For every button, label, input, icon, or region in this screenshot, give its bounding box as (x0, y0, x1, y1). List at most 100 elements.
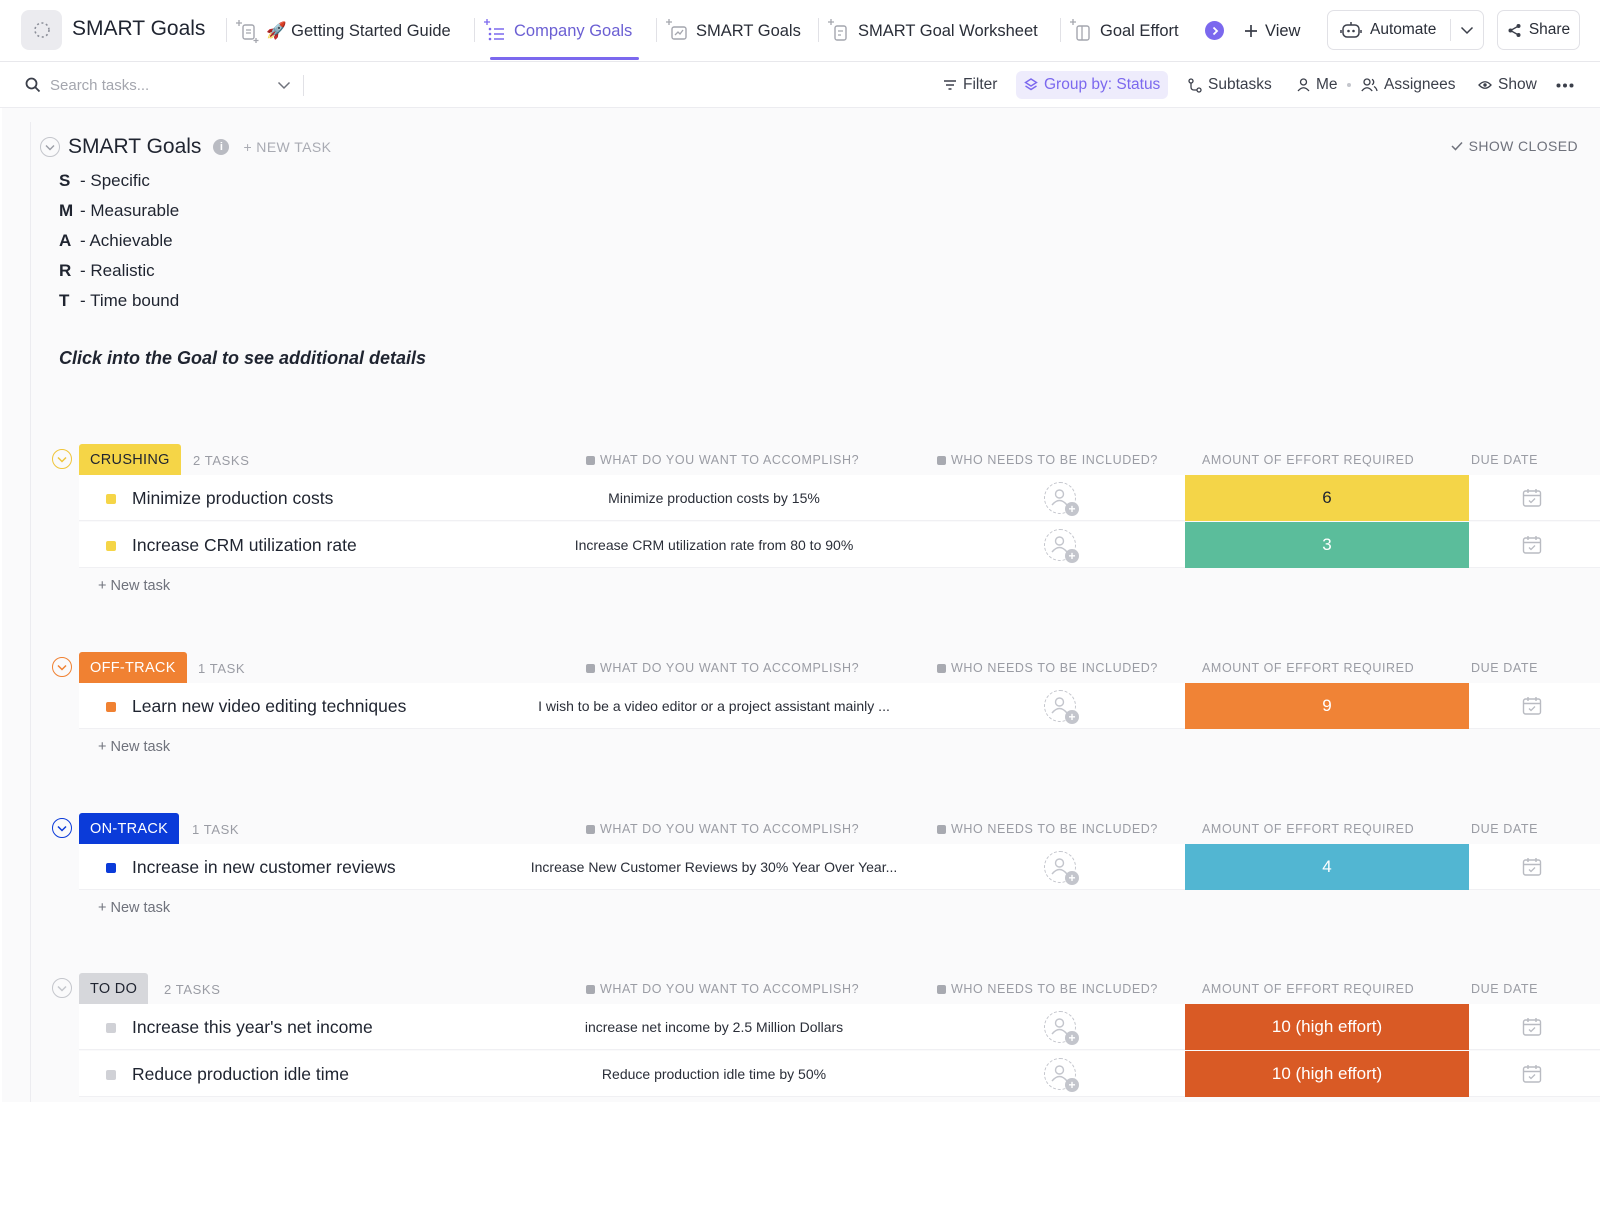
status-indicator[interactable] (106, 541, 116, 551)
effort-value[interactable]: 10 (high effort) (1185, 1004, 1469, 1050)
task-name[interactable]: Increase CRM utilization rate (132, 535, 357, 556)
task-name[interactable]: Learn new video editing techniques (132, 696, 406, 717)
column-header-effort[interactable]: AMOUNT OF EFFORT REQUIRED (1202, 661, 1414, 675)
column-header-label: WHO NEEDS TO BE INCLUDED? (951, 822, 1158, 836)
task-row[interactable]: Increase CRM utilization rate Increase CR… (79, 522, 1600, 568)
column-header-due-date[interactable]: DUE DATE (1471, 822, 1538, 836)
status-indicator[interactable] (106, 1070, 116, 1080)
chevron-down-icon[interactable] (1451, 26, 1483, 35)
info-icon[interactable]: i (213, 139, 230, 155)
column-header-effort[interactable]: AMOUNT OF EFFORT REQUIRED (1202, 453, 1414, 467)
tab-getting-started-guide[interactable]: 🚀 Getting Started Guide (236, 14, 451, 48)
show-closed-button[interactable]: SHOW CLOSED (1451, 138, 1578, 154)
status-indicator[interactable] (106, 702, 116, 712)
accomplish-value[interactable]: I wish to be a video editor or a project… (509, 698, 919, 714)
column-header-accomplish[interactable]: WHAT DO YOU WANT TO ACCOMPLISH? (586, 661, 859, 675)
subtasks-button[interactable]: Subtasks (1188, 71, 1272, 99)
add-assignee-icon[interactable]: + (1044, 482, 1079, 516)
layers-icon (1024, 78, 1038, 91)
list-note: Click into the Goal to see additional de… (59, 348, 427, 368)
task-name[interactable]: Increase this year's net income (132, 1017, 373, 1038)
status-badge[interactable]: TO DO (79, 973, 149, 1004)
tab-goal-effort[interactable]: Goal Effort (1070, 14, 1179, 48)
column-header-effort[interactable]: AMOUNT OF EFFORT REQUIRED (1202, 982, 1414, 996)
new-task-button[interactable]: + New task (98, 739, 170, 755)
new-task-button[interactable]: + New task (98, 900, 170, 916)
filter-button[interactable]: Filter (943, 71, 997, 99)
collapse-group-icon[interactable] (52, 978, 72, 998)
calendar-icon[interactable] (1522, 535, 1542, 560)
status-badge[interactable]: CRUSHING (79, 444, 181, 475)
calendar-icon[interactable] (1522, 1017, 1542, 1042)
add-assignee-icon[interactable]: + (1044, 529, 1079, 563)
task-row[interactable]: Reduce production idle time Reduce produc… (79, 1051, 1600, 1097)
tab-company-goals[interactable]: Company Goals (484, 14, 632, 48)
status-indicator[interactable] (106, 494, 116, 504)
space-title[interactable]: SMART Goals (72, 17, 205, 41)
me-filter-button[interactable]: Me (1297, 71, 1338, 99)
column-header-accomplish[interactable]: WHAT DO YOU WANT TO ACCOMPLISH? (586, 982, 859, 996)
effort-value[interactable]: 6 (1185, 475, 1469, 521)
task-row[interactable]: Minimize production costs Minimize produc… (79, 475, 1600, 521)
status-indicator[interactable] (106, 863, 116, 873)
task-name[interactable]: Reduce production idle time (132, 1064, 349, 1085)
collapse-list-icon[interactable] (40, 137, 60, 157)
column-header-accomplish[interactable]: WHAT DO YOU WANT TO ACCOMPLISH? (586, 453, 859, 467)
task-row[interactable]: Learn new video editing techniques I wish… (79, 683, 1600, 729)
effort-value[interactable]: 3 (1185, 522, 1469, 568)
more-options-icon[interactable] (1556, 71, 1574, 99)
calendar-icon[interactable] (1522, 696, 1542, 721)
column-header-due-date[interactable]: DUE DATE (1471, 453, 1538, 467)
collapse-group-icon[interactable] (52, 818, 72, 838)
effort-value[interactable]: 4 (1185, 844, 1469, 890)
tab-smart-goal-worksheet[interactable]: SMART Goal Worksheet (828, 14, 1038, 48)
accomplish-value[interactable]: increase net income by 2.5 Million Dolla… (509, 1019, 919, 1035)
effort-value[interactable]: 10 (high effort) (1185, 1051, 1469, 1097)
calendar-icon[interactable] (1522, 488, 1542, 513)
new-task-button[interactable]: + New task (98, 578, 170, 594)
space-avatar-icon[interactable] (21, 10, 62, 50)
task-count: 1 TASK (192, 822, 240, 837)
add-assignee-icon[interactable]: + (1044, 1058, 1079, 1092)
doc-icon (236, 20, 259, 43)
column-header-accomplish[interactable]: WHAT DO YOU WANT TO ACCOMPLISH? (586, 822, 859, 836)
calendar-icon[interactable] (1522, 857, 1542, 882)
show-button[interactable]: Show (1478, 71, 1537, 99)
column-header-included[interactable]: WHO NEEDS TO BE INCLUDED? (937, 453, 1158, 467)
add-assignee-icon[interactable]: + (1044, 690, 1079, 724)
task-name[interactable]: Minimize production costs (132, 488, 333, 509)
search-input[interactable]: Search tasks... (25, 72, 291, 98)
add-assignee-icon[interactable]: + (1044, 851, 1079, 885)
add-view-button[interactable]: View (1244, 16, 1300, 46)
column-header-included[interactable]: WHO NEEDS TO BE INCLUDED? (937, 661, 1158, 675)
effort-value[interactable]: 9 (1185, 683, 1469, 729)
accomplish-value[interactable]: Minimize production costs by 15% (509, 490, 919, 506)
share-button[interactable]: Share (1497, 10, 1580, 50)
new-task-button[interactable]: + NEW TASK (243, 139, 331, 155)
column-header-included[interactable]: WHO NEEDS TO BE INCLUDED? (937, 982, 1158, 996)
assignees-button[interactable]: Assignees (1361, 71, 1456, 99)
collapse-group-icon[interactable] (52, 449, 72, 469)
add-assignee-icon[interactable]: + (1044, 1011, 1079, 1045)
column-header-due-date[interactable]: DUE DATE (1471, 661, 1538, 675)
calendar-icon[interactable] (1522, 1064, 1542, 1089)
task-row[interactable]: Increase this year's net income increase … (79, 1004, 1600, 1050)
automate-button[interactable]: Automate (1328, 20, 1450, 40)
chevron-down-icon[interactable] (277, 81, 291, 90)
task-name[interactable]: Increase in new customer reviews (132, 857, 396, 878)
column-header-included[interactable]: WHO NEEDS TO BE INCLUDED? (937, 822, 1158, 836)
accomplish-value[interactable]: Increase CRM utilization rate from 80 to… (509, 537, 919, 553)
status-badge[interactable]: OFF-TRACK (79, 652, 187, 683)
tab-smart-goals[interactable]: SMART Goals (666, 14, 801, 48)
accomplish-value[interactable]: Reduce production idle time by 50% (509, 1066, 919, 1082)
status-indicator[interactable] (106, 1023, 116, 1033)
collapse-group-icon[interactable] (52, 657, 72, 677)
group-by-button[interactable]: Group by: Status (1016, 71, 1169, 99)
column-header-effort[interactable]: AMOUNT OF EFFORT REQUIRED (1202, 822, 1414, 836)
task-row[interactable]: Increase in new customer reviews Increase… (79, 844, 1600, 890)
smart-text: - Measurable (80, 201, 180, 220)
more-tabs-icon[interactable] (1205, 21, 1224, 40)
column-header-due-date[interactable]: DUE DATE (1471, 982, 1538, 996)
status-badge[interactable]: ON-TRACK (79, 813, 180, 844)
accomplish-value[interactable]: Increase New Customer Reviews by 30% Yea… (509, 859, 919, 875)
